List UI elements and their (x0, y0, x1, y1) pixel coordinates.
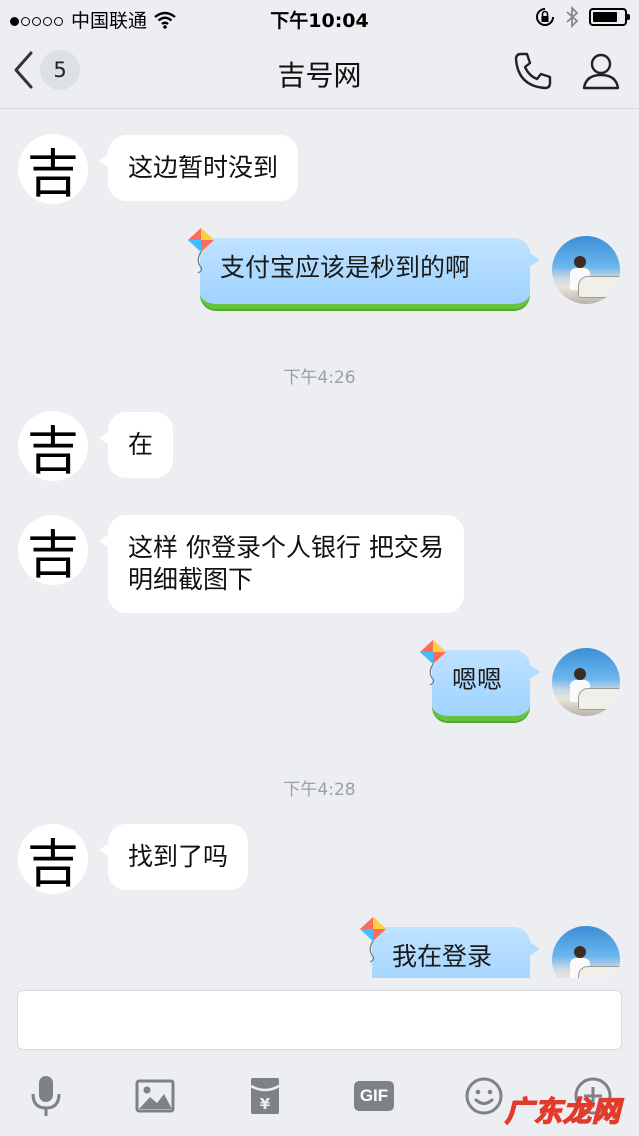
avatar-car (578, 688, 620, 710)
avatar-head (574, 256, 586, 268)
watermark-logo: 广东龙网 (504, 1094, 622, 1129)
emoji-button[interactable] (460, 1072, 508, 1120)
avatar-head (574, 668, 586, 680)
contact-avatar[interactable]: 吉 (18, 134, 88, 204)
my-avatar[interactable] (552, 236, 620, 304)
red-packet-button[interactable]: ¥ (241, 1072, 289, 1120)
message-text: 我在登录 (392, 942, 493, 971)
message-clip-area: 我在登录 (0, 900, 639, 978)
message-bubble-incoming[interactable]: 这样 你登录个人银行 把交易 明细截图下 (99, 515, 464, 613)
svg-text:¥: ¥ (260, 1095, 271, 1113)
message-bubble-incoming[interactable]: 这边暂时没到 (98, 135, 299, 201)
contact-avatar[interactable]: 吉 (18, 411, 88, 481)
avatar-car (578, 276, 620, 298)
kite-sticker-icon (360, 917, 386, 963)
message-text: 支付宝应该是秒到的啊 (220, 253, 471, 282)
rotation-lock-icon (536, 8, 554, 26)
message-bubble-outgoing[interactable]: 支付宝应该是秒到的啊 (188, 228, 540, 309)
contact-avatar[interactable]: 吉 (18, 824, 88, 894)
avatar-head (574, 946, 586, 958)
message-text-line: 这样 你登录个人银行 把交易 (128, 533, 444, 562)
bluetooth-icon (566, 6, 579, 28)
message-timestamp: 下午4:26 (283, 368, 356, 388)
call-button[interactable] (512, 50, 554, 96)
status-right (535, 6, 630, 28)
message-timestamp: 下午4:28 (283, 780, 356, 800)
phone-icon (514, 52, 552, 90)
my-avatar[interactable] (552, 926, 620, 978)
emoji-icon (465, 1077, 503, 1115)
message-bubble-incoming[interactable]: 找到了吗 (98, 824, 249, 890)
message-bubble-incoming[interactable]: 在 (98, 412, 174, 478)
message-input[interactable] (17, 990, 622, 1050)
battery-icon (589, 8, 630, 26)
microphone-icon (31, 1076, 61, 1116)
avatar-car (578, 966, 620, 978)
person-icon (582, 53, 620, 90)
voice-button[interactable] (22, 1072, 70, 1120)
message-text-line: 明细截图下 (128, 565, 254, 594)
contact-profile-button[interactable] (580, 50, 622, 96)
gif-button[interactable]: GIF (350, 1072, 398, 1120)
status-bar: 中国联通 下午10:04 (0, 0, 639, 36)
message-bubble-outgoing[interactable]: 嗯嗯 (420, 640, 540, 721)
red-packet-icon: ¥ (250, 1078, 280, 1114)
photo-button[interactable] (131, 1072, 179, 1120)
image-icon (135, 1079, 175, 1113)
message-text: 嗯嗯 (452, 665, 503, 694)
gif-icon: GIF (353, 1081, 395, 1111)
kite-sticker-icon (420, 640, 446, 686)
kite-sticker-icon (188, 228, 214, 274)
my-avatar[interactable] (552, 648, 620, 716)
message-bubble-outgoing[interactable]: 我在登录 (360, 917, 540, 978)
chat-header: 5 吉号网 (0, 36, 639, 109)
contact-avatar[interactable]: 吉 (18, 515, 88, 585)
